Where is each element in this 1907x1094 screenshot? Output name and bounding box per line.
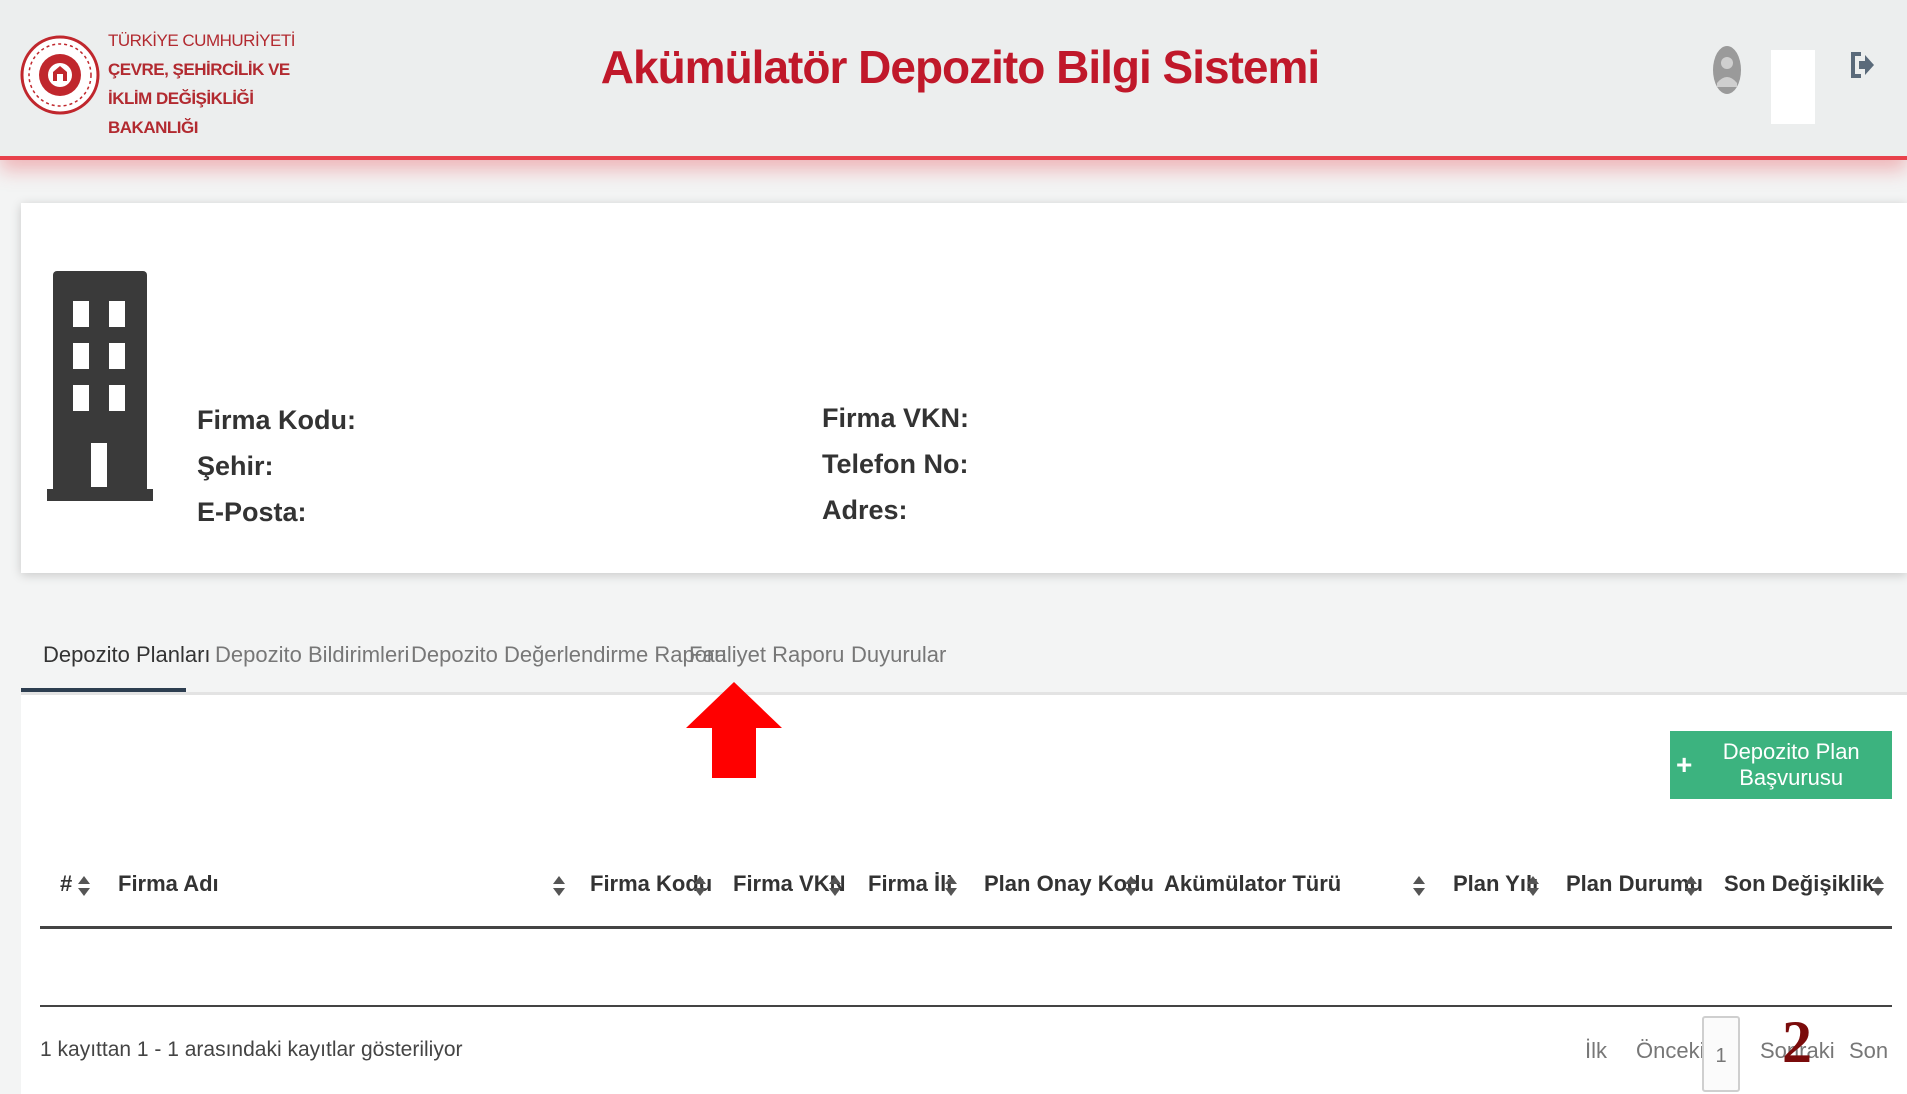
table-info-text: 1 kayıttan 1 - 1 arasındaki kayıtlar gös…: [40, 1038, 463, 1061]
add-depozito-plan-button[interactable]: + Depozito Plan Başvurusu: [1670, 731, 1892, 799]
sort-icon[interactable]: [829, 876, 841, 896]
column-header-akumulator-turu[interactable]: Akümülator Türü: [1164, 864, 1341, 904]
sort-icon[interactable]: [1125, 876, 1137, 896]
field-telefon-no: Telefon No:: [822, 449, 969, 479]
field-firma-kodu: Firma Kodu:: [197, 405, 356, 435]
logo-line-1: TÜRKİYE CUMHURİYETİ: [108, 31, 295, 50]
table-body: [40, 929, 1892, 1007]
user-avatar-icon[interactable]: [1712, 45, 1742, 95]
pagination-current-page[interactable]: 1: [1702, 1016, 1740, 1092]
column-header-firma-ili[interactable]: Firma İli: [868, 864, 952, 904]
user-name-area[interactable]: [1771, 50, 1815, 124]
step-number-annotation: 2: [1782, 1009, 1812, 1075]
sort-icon[interactable]: [945, 876, 957, 896]
sort-icon[interactable]: [1685, 876, 1697, 896]
field-adres: Adres:: [822, 495, 908, 525]
plus-icon: +: [1676, 749, 1693, 780]
column-header-firma-adi[interactable]: Firma Adı: [118, 864, 219, 904]
tab-depozito-planlari[interactable]: Depozito Planları: [21, 620, 211, 692]
ministry-seal-icon: [20, 35, 100, 115]
sort-icon[interactable]: [553, 876, 565, 896]
field-firma-vkn: Firma VKN:: [822, 403, 970, 433]
field-sehir: Şehir:: [197, 451, 274, 481]
red-arrow-annotation-icon: [686, 682, 782, 778]
table-header: # Firma Adı Firma Kodu Firma VKN Firma İ…: [40, 850, 1892, 929]
sort-icon[interactable]: [78, 876, 90, 896]
logout-icon[interactable]: [1847, 48, 1875, 82]
add-button-label: Depozito Plan Başvurusu: [1722, 739, 1860, 790]
column-header-index[interactable]: #: [60, 864, 72, 904]
column-header-plan-durumu[interactable]: Plan Durumu: [1566, 864, 1703, 904]
tab-duyurular[interactable]: Duyurular: [851, 620, 946, 692]
logo-line-2: ÇEVRE, ŞEHİRCİLİK VE: [108, 60, 290, 79]
page-title: Akümülatör Depozito Bilgi Sistemi: [600, 41, 1320, 93]
field-e-posta: E-Posta:: [197, 497, 307, 527]
tab-depozito-bildirimleri[interactable]: Depozito Bildirimleri: [215, 620, 409, 692]
sort-icon[interactable]: [1413, 876, 1425, 896]
sort-icon[interactable]: [694, 876, 706, 896]
company-info-card: Firma Kodu: Şehir: E-Posta: Firma VKN: T…: [21, 203, 1907, 573]
pagination-last[interactable]: Son: [1849, 1038, 1888, 1064]
company-fields-right: Firma VKN: Telefon No: Adres:: [822, 395, 969, 533]
sort-icon[interactable]: [1872, 876, 1884, 896]
logo-line-3: İKLİM DEĞİŞİKLİĞİ BAKANLIĞI: [108, 89, 254, 137]
tab-depozito-degerlendirme-raporu[interactable]: Depozito Değerlendirme Raporu: [411, 620, 727, 692]
top-header: TÜRKİYE CUMHURİYETİ ÇEVRE, ŞEHİRCİLİK VE…: [0, 0, 1907, 160]
building-icon: [47, 271, 153, 501]
pagination-previous[interactable]: Önceki: [1636, 1038, 1704, 1064]
column-header-son-degisiklik[interactable]: Son Değişiklik: [1724, 864, 1874, 904]
column-header-plan-yili[interactable]: Plan Yılı: [1453, 864, 1538, 904]
tab-bar: Depozito Planları Depozito Bildirimleri …: [21, 620, 1907, 695]
sort-icon[interactable]: [1527, 876, 1539, 896]
ministry-name: TÜRKİYE CUMHURİYETİ ÇEVRE, ŞEHİRCİLİK VE…: [108, 26, 308, 142]
pagination-first[interactable]: İlk: [1585, 1038, 1607, 1064]
company-fields-left: Firma Kodu: Şehir: E-Posta:: [197, 397, 356, 535]
